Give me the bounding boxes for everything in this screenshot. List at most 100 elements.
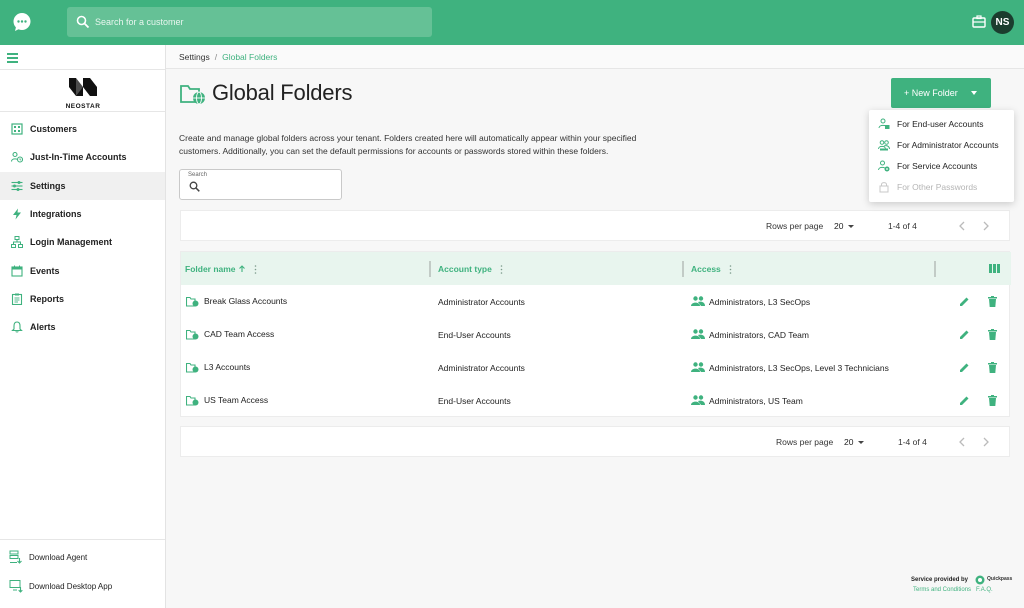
page-description: Create and manage global folders across … — [179, 133, 637, 156]
sidebar-item-login-management[interactable]: Login Management — [0, 228, 165, 256]
download-agent-link[interactable]: Download Agent — [9, 550, 87, 564]
sidebar-item-alerts[interactable]: Alerts — [0, 313, 165, 341]
calendar-icon — [11, 265, 23, 277]
menu-toggle-icon[interactable] — [7, 53, 18, 63]
folder-search[interactable]: Search — [179, 169, 342, 200]
column-menu-icon[interactable] — [254, 264, 257, 274]
new-folder-menu: For End-user Accounts For Administrator … — [869, 110, 1014, 202]
menu-item-label: For Other Passwords — [897, 182, 978, 192]
breadcrumb-separator: / — [214, 52, 218, 62]
pencil-icon[interactable] — [959, 362, 970, 373]
lock-icon — [879, 182, 889, 193]
menu-item-service-accounts[interactable]: For Service Accounts — [878, 160, 977, 172]
menu-item-label: For End-user Accounts — [897, 119, 984, 129]
chevron-right-icon[interactable] — [981, 436, 991, 448]
terms-link[interactable]: Terms and Conditions — [913, 587, 971, 593]
account-type: Administrator Accounts — [438, 297, 525, 307]
breadcrumb-settings[interactable]: Settings — [179, 52, 210, 62]
access-groups: Administrators, CAD Team — [709, 330, 809, 340]
download-desktop-app-link[interactable]: Download Desktop App — [9, 579, 112, 593]
table-row[interactable]: CAD Team Access End-User Accounts Admini… — [181, 318, 1011, 351]
sliders-icon — [11, 180, 23, 191]
column-header-folder-name[interactable]: Folder name — [185, 264, 257, 274]
customer-search-input[interactable] — [95, 7, 425, 37]
new-folder-button[interactable]: + New Folder — [891, 78, 991, 108]
caret-down-icon[interactable] — [858, 441, 864, 444]
rows-per-page-label: Rows per page — [766, 221, 824, 231]
customer-search[interactable] — [67, 7, 432, 37]
column-menu-icon[interactable] — [729, 264, 732, 274]
sidebar-item-customers[interactable]: Customers — [0, 115, 165, 143]
account-type: Administrator Accounts — [438, 363, 525, 373]
global-folder-icon — [186, 296, 199, 307]
columns-icon[interactable] — [989, 264, 1000, 273]
paginator-bottom: Rows per page 20 1-4 of 4 — [180, 426, 1010, 457]
breadcrumb: Settings / Global Folders — [166, 45, 1024, 69]
sidebar-item-label: Events — [30, 265, 60, 276]
menu-item-label: For Service Accounts — [897, 161, 978, 171]
pencil-icon[interactable] — [959, 296, 970, 307]
sidebar-item-integrations[interactable]: Integrations — [0, 200, 165, 228]
download-agent-label: Download Agent — [29, 552, 88, 562]
sidebar-item-reports[interactable]: Reports — [0, 285, 165, 313]
trash-icon[interactable] — [988, 395, 997, 406]
menu-item-administrator-accounts[interactable]: For Administrator Accounts — [878, 139, 999, 151]
sidebar-item-label: Settings — [30, 180, 66, 191]
paginator-top: Rows per page 20 1-4 of 4 — [180, 210, 1010, 241]
global-folder-icon — [186, 395, 199, 406]
brand-name: NEOSTAR — [65, 103, 101, 110]
pencil-icon[interactable] — [959, 329, 970, 340]
column-menu-icon[interactable] — [500, 264, 503, 274]
users-icon — [691, 362, 705, 372]
brand-mark-icon — [69, 78, 97, 96]
column-separator[interactable] — [682, 261, 684, 277]
footer-links: Terms and Conditions F.A.Q. — [913, 587, 998, 593]
new-folder-label: + New Folder — [904, 88, 958, 98]
chat-bubble-icon[interactable] — [12, 12, 32, 32]
table-row[interactable]: US Team Access End-User Accounts Adminis… — [181, 384, 1011, 417]
trash-icon[interactable] — [988, 362, 997, 373]
global-folder-icon — [180, 85, 205, 105]
column-separator[interactable] — [934, 261, 936, 277]
chevron-left-icon[interactable] — [957, 220, 967, 232]
trash-icon[interactable] — [988, 329, 997, 340]
access-groups: Administrators, L3 SecOps, Level 3 Techn… — [709, 363, 889, 373]
users-icon — [691, 296, 705, 306]
table-header: Folder name Account type Access — [181, 252, 1011, 285]
sidebar-item-just-in-time-accounts[interactable]: Just-In-Time Accounts — [0, 143, 165, 171]
sidebar-item-label: Reports — [30, 293, 65, 304]
trash-icon[interactable] — [988, 296, 997, 307]
rows-per-page-select[interactable]: 20 — [844, 437, 853, 447]
faq-link[interactable]: F.A.Q. — [976, 587, 993, 593]
briefcase-icon[interactable] — [972, 15, 986, 28]
search-label: Search — [188, 172, 208, 178]
column-header-account-type[interactable]: Account type — [438, 264, 503, 274]
building-icon — [11, 123, 23, 135]
chevron-left-icon[interactable] — [957, 436, 967, 448]
users-clock-icon — [11, 152, 23, 163]
caret-down-icon[interactable] — [848, 225, 854, 228]
sidebar-item-settings[interactable]: Settings — [0, 171, 165, 200]
sidebar-item-label: Customers — [30, 124, 78, 135]
column-header-access[interactable]: Access — [691, 264, 732, 274]
caret-down-icon — [971, 91, 977, 95]
lightning-icon — [13, 208, 21, 220]
top-bar: NS — [0, 0, 1024, 45]
column-separator[interactable] — [429, 261, 431, 277]
users-icon — [691, 329, 705, 339]
sidebar-item-label: Login Management — [30, 237, 113, 248]
sidebar: NEOSTAR Customers Just-In-Time Accounts — [0, 45, 166, 608]
sidebar-item-events[interactable]: Events — [0, 256, 165, 284]
sort-ascending-icon[interactable] — [238, 265, 246, 273]
chevron-right-icon[interactable] — [981, 220, 991, 232]
pencil-icon[interactable] — [959, 395, 970, 406]
rows-per-page-select[interactable]: 20 — [834, 221, 843, 231]
user-avatar[interactable]: NS — [991, 11, 1014, 34]
rows-per-page-label: Rows per page — [776, 437, 834, 447]
menu-item-end-user-accounts[interactable]: For End-user Accounts — [878, 118, 983, 130]
table-row[interactable]: Break Glass Accounts Administrator Accou… — [181, 285, 1011, 318]
brand-logo: NEOSTAR — [60, 77, 106, 110]
table-row[interactable]: L3 Accounts Administrator Accounts Admin… — [181, 351, 1011, 384]
clipboard-icon — [11, 293, 23, 305]
folder-search-input[interactable] — [204, 180, 334, 194]
